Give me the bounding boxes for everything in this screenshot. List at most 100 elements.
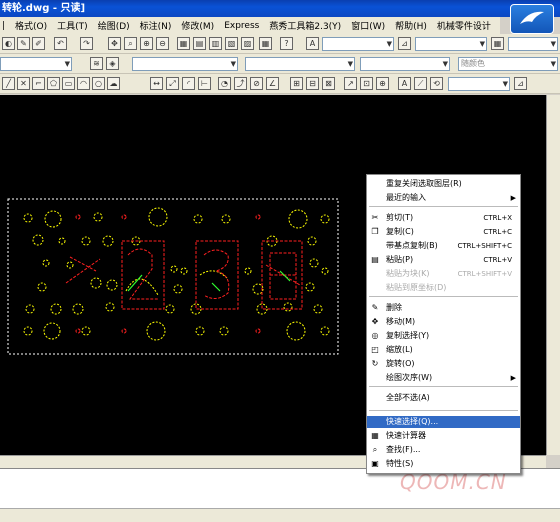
dim-jogged-icon[interactable]: ⤴ xyxy=(234,77,247,90)
zoom-realtime-icon[interactable]: ⌕ xyxy=(124,37,137,50)
menu-format[interactable]: 格式(O) xyxy=(15,19,47,32)
menu-window[interactable]: 窗口(W) xyxy=(351,19,385,32)
dim-style-icon[interactable]: ⊿ xyxy=(398,37,411,50)
dim-continue-icon[interactable]: ⊠ xyxy=(322,77,335,90)
table-style-icon[interactable]: ▦ xyxy=(491,37,504,50)
help-icon[interactable]: ? xyxy=(280,37,293,50)
table-style-combo[interactable] xyxy=(508,37,558,51)
context-menu-item-label: 粘贴(P) xyxy=(386,255,414,264)
polygon-icon[interactable]: ⬠ xyxy=(47,77,60,90)
context-menu-item[interactable]: ▤ 粘贴(P) CTRL+V xyxy=(367,254,520,266)
dim-aligned-icon[interactable]: ⤢ xyxy=(166,77,179,90)
color-control-combo[interactable] xyxy=(132,57,238,71)
menu-yanxiu[interactable]: 燕秀工具箱2.3(Y) xyxy=(269,19,341,32)
linetype-control-combo[interactable] xyxy=(245,57,355,71)
tool-palette-icon[interactable]: ▥ xyxy=(209,37,222,50)
layer-state-icon[interactable]: ≋ xyxy=(90,57,103,70)
design-center-icon[interactable]: ▤ xyxy=(193,37,206,50)
menu-separator xyxy=(369,386,518,387)
dim-linear-icon[interactable]: ↔ xyxy=(150,77,163,90)
revcloud-icon[interactable]: ☁ xyxy=(107,77,120,90)
menu-help[interactable]: 帮助(H) xyxy=(395,19,427,32)
pencil-icon[interactable]: ✎ xyxy=(17,37,30,50)
zoom-window-icon[interactable]: ⊕ xyxy=(140,37,153,50)
dimedit-icon[interactable]: ⟋ xyxy=(414,77,427,90)
brush-icon[interactable]: ✐ xyxy=(32,37,45,50)
menu-mech-parts[interactable]: 机械零件设计 xyxy=(437,19,491,32)
menu-modify[interactable]: 修改(M) xyxy=(181,19,214,32)
properties-icon: ▣ xyxy=(371,459,379,468)
context-menu-item[interactable]: 快速选择(Q)... xyxy=(367,416,520,428)
vertical-scrollbar[interactable] xyxy=(546,95,560,455)
scissors-icon: ✂ xyxy=(371,213,379,222)
context-menu-item[interactable]: ⌕ 查找(F)... xyxy=(367,444,520,456)
tolerance-icon[interactable]: ⊡ xyxy=(360,77,373,90)
lineweight-control-combo[interactable] xyxy=(360,57,450,71)
menu-express[interactable]: Express xyxy=(224,21,259,31)
menu-tools[interactable]: 工具(T) xyxy=(57,19,88,32)
context-menu-item[interactable]: 带基点复制(B) CTRL+SHIFT+C xyxy=(367,240,520,252)
title-bar: 转轮.dwg - 只读] xyxy=(0,0,560,17)
dim-style-combo[interactable] xyxy=(415,37,487,51)
scale-icon: ◰ xyxy=(371,345,379,354)
dim-style-manager-icon[interactable]: ⊿ xyxy=(514,77,527,90)
xline-icon[interactable]: ✕ xyxy=(17,77,30,90)
text-style-icon[interactable]: A xyxy=(306,37,319,50)
context-menu-item[interactable]: ◰ 缩放(L) xyxy=(367,344,520,356)
quick-dim-icon[interactable]: ⊞ xyxy=(290,77,303,90)
dim-radius-icon[interactable]: ◔ xyxy=(218,77,231,90)
dim-baseline-icon[interactable]: ⊟ xyxy=(306,77,319,90)
open-icon[interactable]: ◐ xyxy=(2,37,15,50)
menu-draw[interactable]: 绘图(D) xyxy=(98,19,130,32)
plot-style-value: 随颜色 xyxy=(461,59,485,68)
context-menu-item[interactable]: 全部不选(A) xyxy=(367,392,520,404)
context-menu-item[interactable]: 重复关闭选取图层(R) xyxy=(367,178,520,190)
context-menu-item[interactable]: 最近的输入 ▶ xyxy=(367,192,520,204)
text-style-combo[interactable] xyxy=(322,37,394,51)
rotate-icon: ↻ xyxy=(371,359,379,368)
zoom-previous-icon[interactable]: ⊖ xyxy=(156,37,169,50)
line-icon[interactable]: ╱ xyxy=(2,77,15,90)
layer-left-combo[interactable] xyxy=(0,57,72,71)
polyline-icon[interactable]: ⌐ xyxy=(32,77,45,90)
sheet-set-icon[interactable]: ▧ xyxy=(225,37,238,50)
rectangle-icon[interactable]: ▭ xyxy=(62,77,75,90)
context-menu-item[interactable]: ◎ 复制选择(Y) xyxy=(367,330,520,342)
context-menu-item[interactable]: ✂ 剪切(T) CTRL+X xyxy=(367,212,520,224)
layer-prev-icon[interactable]: ◈ xyxy=(106,57,119,70)
context-menu-item[interactable]: ▣ 特性(S) xyxy=(367,458,520,470)
markup-icon[interactable]: ▨ xyxy=(241,37,254,50)
context-menu-item-label: 重复关闭选取图层(R) xyxy=(386,179,462,188)
redo-icon[interactable]: ↷ xyxy=(80,37,93,50)
dim-arc-icon[interactable]: ◜ xyxy=(182,77,195,90)
dim-style-control-combo[interactable] xyxy=(448,77,510,91)
dimtedit-icon[interactable]: A xyxy=(398,77,411,90)
properties-tb-icon[interactable]: ▦ xyxy=(177,37,190,50)
context-menu-item[interactable]: ✥ 移动(M) xyxy=(367,316,520,328)
center-mark-icon[interactable]: ⊕ xyxy=(376,77,389,90)
menu-dimension[interactable]: 标注(N) xyxy=(140,19,172,32)
context-menu-item-label: 旋转(O) xyxy=(386,359,415,368)
circle-icon[interactable]: ○ xyxy=(92,77,105,90)
arc-icon[interactable]: ◠ xyxy=(77,77,90,90)
plot-style-combo[interactable]: 随颜色 xyxy=(458,57,558,71)
calculator-tb-icon[interactable]: ▦ xyxy=(259,37,272,50)
dim-angular-icon[interactable]: ∠ xyxy=(266,77,279,90)
context-menu-item-label: 快速计算器 xyxy=(386,431,426,440)
context-menu-item[interactable]: ✎ 删除 xyxy=(367,302,520,314)
dim-ordinate-icon[interactable]: ⊢ xyxy=(198,77,211,90)
dim-update-icon[interactable]: ⟲ xyxy=(430,77,443,90)
context-menu-shortcut: CTRL+V xyxy=(483,256,512,264)
context-menu-item[interactable]: ▦ 快速计算器 xyxy=(367,430,520,442)
dim-diameter-icon[interactable]: ⊘ xyxy=(250,77,263,90)
undo-icon[interactable]: ↶ xyxy=(54,37,67,50)
toolbar-draw: ╱ ✕ ⌐ ⬠ ▭ ◠ ○ ☁ ↔ ⤢ ◜ ⊢ ◔ ⤴ ⊘ ∠ ⊞ ⊟ ⊠ ↗ … xyxy=(0,74,560,94)
context-menu-item-label: 移动(M) xyxy=(386,317,416,326)
pan-icon[interactable]: ✥ xyxy=(108,37,121,50)
leader-icon[interactable]: ↗ xyxy=(344,77,357,90)
context-menu-item-label: 复制选择(Y) xyxy=(386,331,430,340)
context-menu-item[interactable]: ❐ 复制(C) CTRL+C xyxy=(367,226,520,238)
context-menu-item[interactable]: ↻ 旋转(O) xyxy=(367,358,520,370)
context-menu-item[interactable]: 绘图次序(W) ▶ xyxy=(367,372,520,384)
context-menu-item-label: 删除 xyxy=(386,303,402,312)
